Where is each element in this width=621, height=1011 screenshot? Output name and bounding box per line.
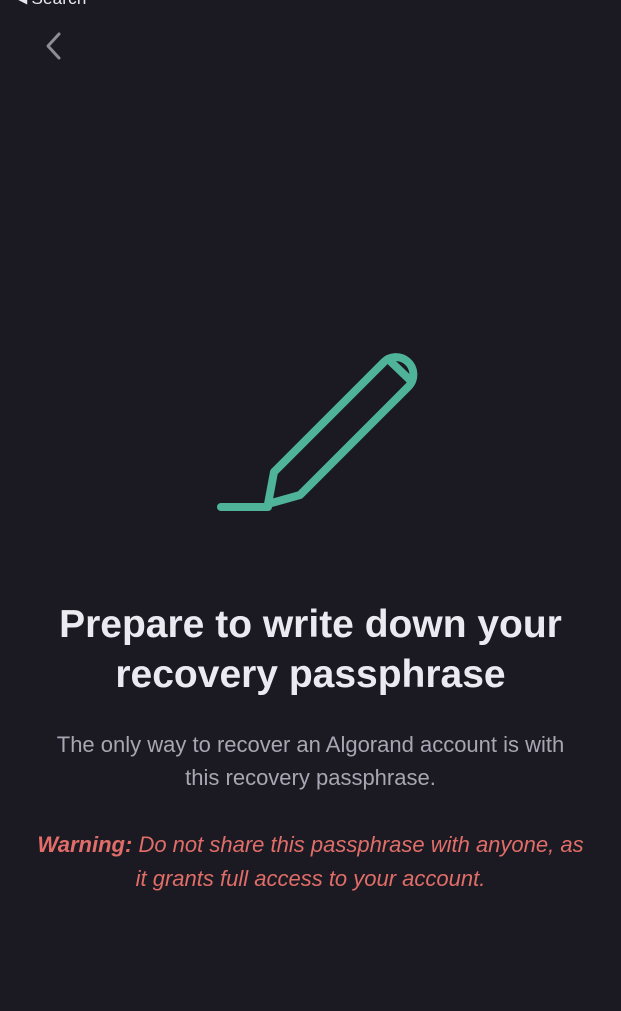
pencil-illustration	[205, 322, 455, 522]
pencil-icon	[217, 353, 418, 511]
back-button[interactable]	[36, 26, 72, 66]
back-triangle-icon: ◀	[18, 0, 27, 6]
warning-message: Warning: Do not share this passphrase wi…	[30, 828, 591, 896]
description-text: The only way to recover an Algorand acco…	[56, 732, 565, 790]
warning-label: Warning:	[37, 832, 133, 857]
status-bar-back-to-search[interactable]: ◀ Search	[18, 0, 87, 9]
chevron-left-icon	[46, 32, 61, 60]
back-app-label: Search	[31, 0, 86, 9]
page-title: Prepare to write down your recovery pass…	[59, 603, 562, 696]
warning-text: Do not share this passphrase with anyone…	[135, 832, 584, 891]
